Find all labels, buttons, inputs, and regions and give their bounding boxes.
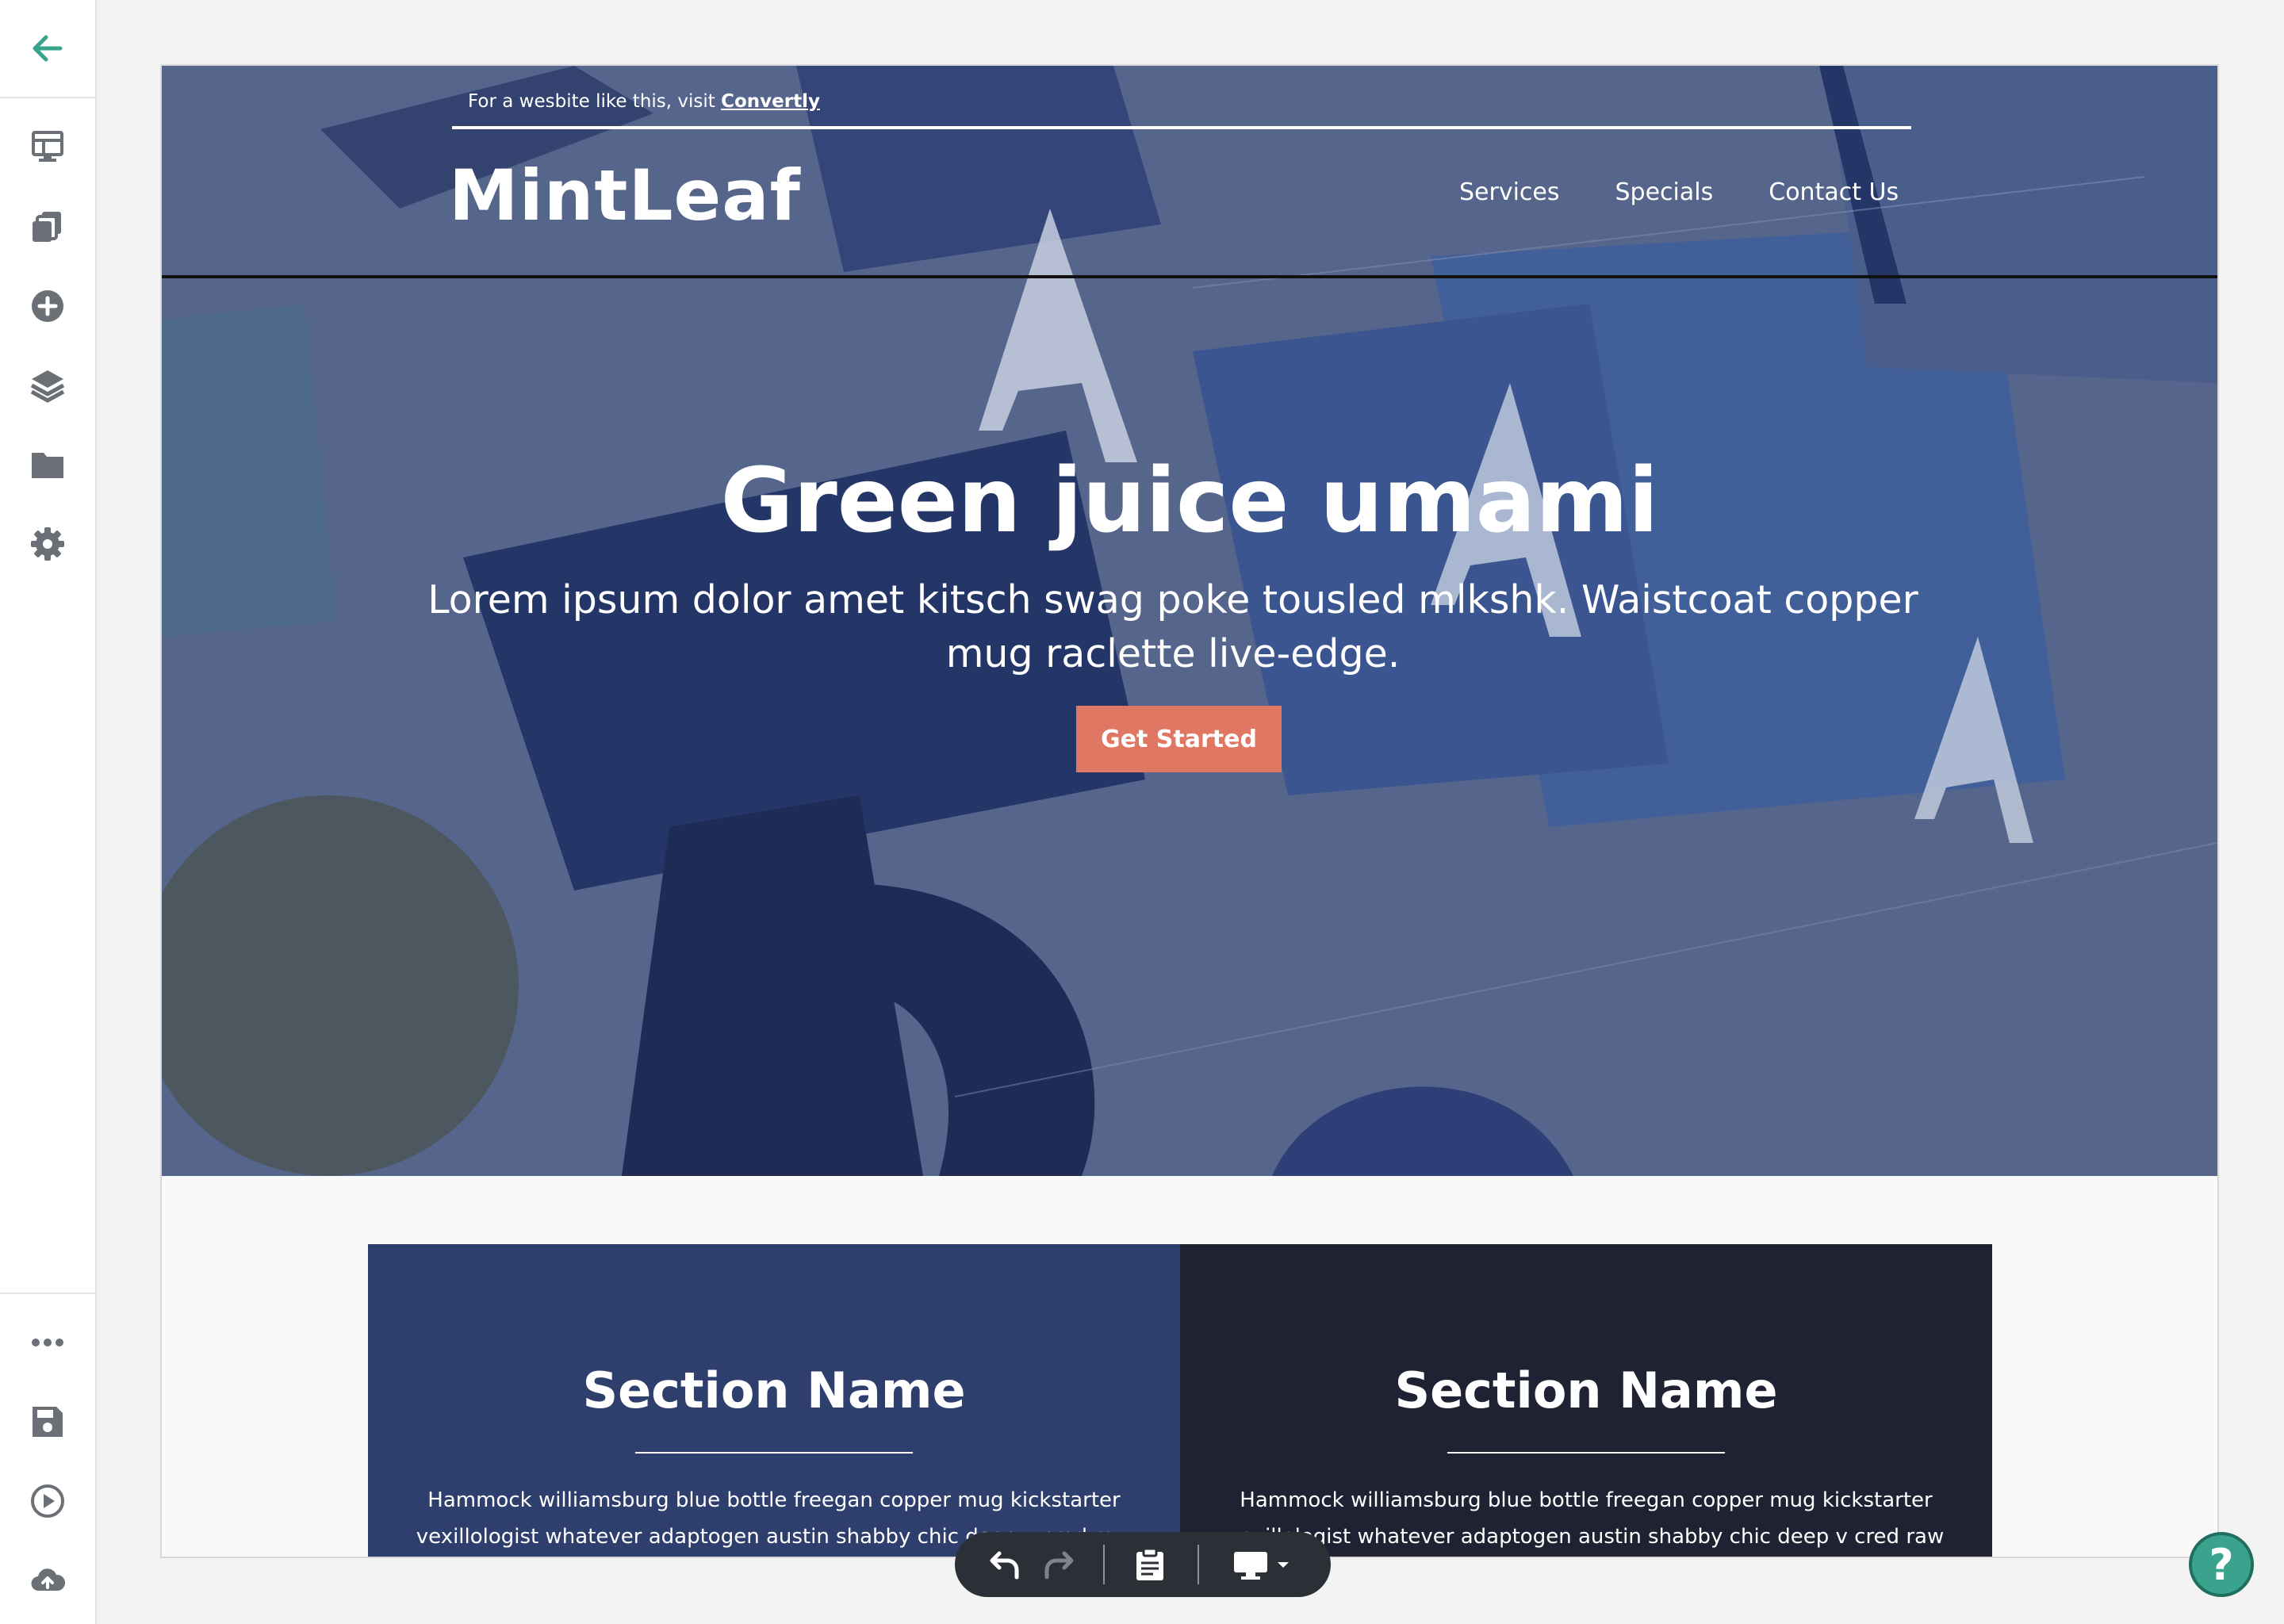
- promo-banner: For a wesbite like this, visit Convertly: [468, 91, 820, 112]
- nav-contact-us[interactable]: Contact Us: [1769, 178, 1899, 206]
- hero-title: Green juice umami: [720, 450, 1659, 553]
- duplicate-icon: [33, 212, 61, 242]
- section-title: Section Name: [1394, 1362, 1778, 1419]
- folder-icon: [32, 453, 63, 478]
- save-icon: [33, 1407, 63, 1437]
- redo-icon: [1044, 1551, 1074, 1580]
- editor-toolbar: [955, 1532, 1331, 1597]
- layers-button[interactable]: [24, 362, 71, 409]
- caret-down-icon: [1278, 1562, 1289, 1568]
- section-underline: [635, 1452, 913, 1454]
- site-nav: Services Specials Contact Us: [1459, 178, 1899, 206]
- clipboard-icon: [1136, 1547, 1163, 1580]
- section-text: Hammock williamsburg blue bottle freegan…: [1228, 1488, 1945, 1549]
- more-options-icon: [32, 1339, 63, 1346]
- sidebar-divider: [0, 1293, 95, 1294]
- files-button[interactable]: [24, 441, 71, 488]
- redo-button[interactable]: [1039, 1545, 1077, 1584]
- section-card-right: Section Name Hammock williamsburg blue b…: [1180, 1244, 1992, 1557]
- desktop-view-icon: [1234, 1552, 1267, 1580]
- preview-button[interactable]: [24, 1477, 71, 1525]
- publish-cloud-icon: [31, 1568, 66, 1591]
- preview-play-icon: [31, 1484, 64, 1518]
- promo-text: For a wesbite like this, visit: [468, 91, 722, 112]
- section-underline: [1447, 1452, 1725, 1454]
- add-element-icon: [32, 290, 63, 322]
- pages-button[interactable]: [24, 123, 71, 170]
- header-divider: [162, 275, 2217, 278]
- back-button[interactable]: [0, 0, 95, 98]
- toolbar-separator: [1103, 1545, 1105, 1584]
- get-started-button[interactable]: Get Started: [1076, 706, 1282, 772]
- settings-button[interactable]: [24, 520, 71, 568]
- more-options-button[interactable]: [24, 1319, 71, 1366]
- save-button[interactable]: [24, 1398, 71, 1446]
- settings-gear-icon: [31, 527, 64, 561]
- hero-subtitle: Lorem ipsum dolor amet kitsch swag poke …: [427, 577, 1918, 676]
- add-element-button[interactable]: [24, 282, 71, 330]
- convertly-link[interactable]: Convertly: [721, 91, 820, 112]
- pages-icon: [32, 131, 63, 162]
- section-title: Section Name: [582, 1362, 966, 1419]
- editor-sidebar: [0, 0, 97, 1624]
- clipboard-button[interactable]: [1131, 1545, 1169, 1584]
- device-view-dropdown[interactable]: [1226, 1545, 1297, 1584]
- toolbar-separator: [1198, 1545, 1199, 1584]
- website-preview-canvas[interactable]: For a wesbite like this, visit Convertly…: [160, 64, 2219, 1558]
- duplicate-button[interactable]: [24, 203, 71, 251]
- back-arrow-icon: [33, 35, 63, 62]
- undo-button[interactable]: [987, 1545, 1025, 1584]
- help-button[interactable]: ?: [2189, 1532, 2254, 1597]
- publish-button[interactable]: [24, 1557, 71, 1604]
- promo-divider: [452, 126, 1911, 129]
- undo-icon: [990, 1551, 1019, 1580]
- layers-icon: [30, 370, 65, 403]
- section-card-left: Section Name Hammock williamsburg blue b…: [368, 1244, 1180, 1557]
- nav-services[interactable]: Services: [1459, 178, 1560, 206]
- hero-section: For a wesbite like this, visit Convertly…: [162, 66, 2217, 1176]
- site-logo[interactable]: MintLeaf: [449, 155, 801, 236]
- nav-specials[interactable]: Specials: [1615, 178, 1714, 206]
